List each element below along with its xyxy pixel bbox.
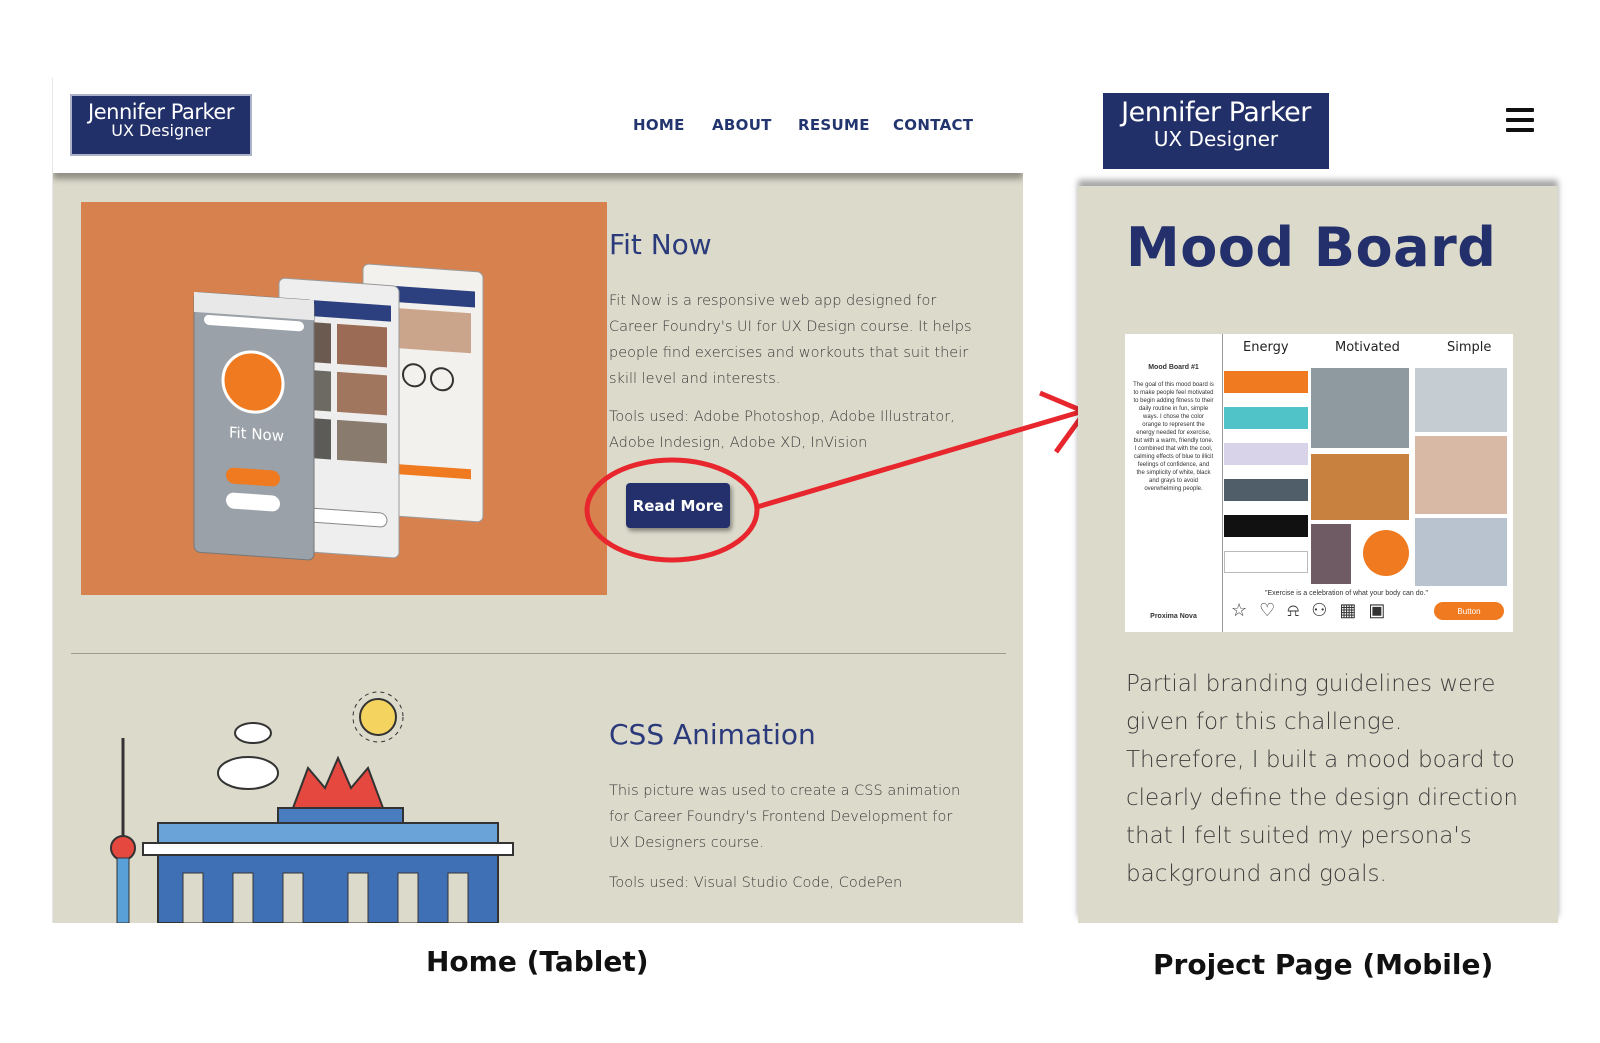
nav-contact[interactable]: CONTACT: [893, 116, 973, 134]
photo-stretch: [1415, 436, 1507, 514]
section-divider: [71, 653, 1006, 654]
mood-board-quote: "Exercise is a celebration of what your …: [1265, 590, 1428, 597]
nav-home[interactable]: HOME: [633, 116, 685, 134]
read-more-button[interactable]: Read More: [626, 483, 730, 528]
berlin-landmark-illustration[interactable]: [93, 678, 563, 923]
hamburger-menu-icon[interactable]: [1506, 108, 1534, 132]
photo-lunge: [1415, 518, 1507, 586]
phone-mockups-illustration: Fit Now: [193, 263, 484, 561]
mood-board-sidebar: Mood Board #1 The goal of this mood boar…: [1125, 334, 1223, 632]
mockup-app-name: Fit Now: [229, 423, 284, 445]
photo-exercise-ball: [1363, 530, 1409, 576]
project-description-css-animation: This picture was used to create a CSS an…: [609, 783, 961, 851]
mood-board-icons: ☆♡⍾⚇▦▣: [1231, 600, 1398, 620]
logo-role: UX Designer: [111, 121, 211, 141]
project-tools-fit-now: Tools used: Adobe Photoshop, Adobe Illus…: [609, 409, 955, 451]
swatch-black: [1224, 515, 1308, 537]
project-description-fit-now: Fit Now is a responsive web app designed…: [609, 293, 972, 387]
caption-project-mobile: Project Page (Mobile): [1153, 948, 1494, 981]
column-motivated: Motivated: [1335, 340, 1400, 355]
photo-plank: [1311, 368, 1409, 448]
mood-board-heading: Mood Board #1: [1148, 364, 1199, 371]
swatch-orange: [1224, 371, 1308, 393]
photo-yoga-stretch: [1415, 368, 1507, 432]
mood-board-image[interactable]: Mood Board #1 The goal of this mood boar…: [1125, 334, 1513, 632]
mood-board-text: The goal of this mood board is to make p…: [1133, 382, 1214, 492]
photo-legs: [1311, 524, 1351, 584]
swatch-slate: [1224, 479, 1308, 501]
swatch-teal: [1224, 407, 1308, 429]
caption-home-tablet: Home (Tablet): [426, 945, 649, 978]
page-title: Mood Board: [1126, 216, 1497, 279]
project-body-text: Partial branding guidelines were given f…: [1126, 671, 1518, 887]
column-energy: Energy: [1243, 340, 1289, 355]
column-simple: Simple: [1447, 340, 1492, 355]
mood-board-font: Proxima Nova: [1150, 613, 1197, 620]
swatch-lavender: [1224, 443, 1308, 465]
site-logo[interactable]: Jennifer Parker UX Designer: [70, 94, 252, 156]
photo-sunset-yoga: [1311, 454, 1409, 520]
mobile-site-logo[interactable]: Jennifer Parker UX Designer: [1103, 93, 1329, 169]
nav-resume[interactable]: RESUME: [798, 116, 870, 134]
project-title-fit-now[interactable]: Fit Now: [609, 228, 712, 261]
mobile-logo-name: Jennifer Parker: [1121, 97, 1311, 128]
mobile-screen: Mood Board Mood Board #1 The goal of thi…: [1078, 186, 1558, 923]
site-header: Jennifer Parker UX Designer HOME ABOUT R…: [53, 78, 1023, 173]
swatch-white: [1224, 551, 1308, 573]
mobile-logo-role: UX Designer: [1153, 127, 1279, 152]
logo-name: Jennifer Parker: [88, 100, 234, 124]
project-tools-css-animation: Tools used: Visual Studio Code, CodePen: [609, 875, 903, 891]
mood-board-sample-button: Button: [1434, 602, 1504, 620]
project-title-css-animation[interactable]: CSS Animation: [609, 718, 816, 751]
nav-about[interactable]: ABOUT: [712, 116, 772, 134]
fit-now-image[interactable]: Fit Now: [81, 202, 607, 595]
tablet-screen: Jennifer Parker UX Designer HOME ABOUT R…: [52, 78, 1023, 923]
